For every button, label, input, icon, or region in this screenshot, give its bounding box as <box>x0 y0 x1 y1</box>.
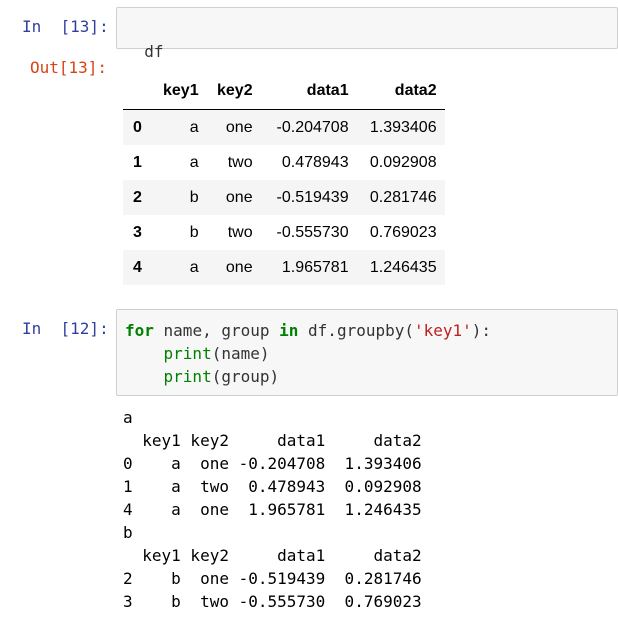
output-line: 3 b two -0.555730 0.769023 <box>123 592 422 611</box>
cell-key1: a <box>189 118 199 136</box>
cell2-output: a key1 key2 data1 data2 0 a one -0.204708… <box>123 406 422 613</box>
code-text: (group) <box>211 367 280 386</box>
output-line: key1 key2 data1 data2 <box>123 431 422 450</box>
row-index: 2 <box>133 188 142 206</box>
cell-key2: one <box>225 118 253 136</box>
output-line: 1 a two 0.478943 0.092908 <box>123 477 422 496</box>
cell-key2: two <box>227 223 253 241</box>
code-text: name, group <box>153 321 280 340</box>
cell-key2: one <box>225 188 253 206</box>
output-line: 4 a one 1.965781 1.246435 <box>123 500 422 519</box>
cell-key1: b <box>189 188 199 206</box>
cell-key1: a <box>189 153 199 171</box>
output-line: key1 key2 data1 data2 <box>123 546 422 565</box>
cell-data2: 1.393406 <box>369 118 437 136</box>
cell1-in-prompt: In [13]: <box>22 17 109 36</box>
row-index: 1 <box>133 153 142 171</box>
cell1-code-input[interactable]: df <box>116 7 618 61</box>
table-row: 0 a one -0.204708 1.393406 <box>123 109 445 145</box>
code-text: (name) <box>211 344 270 363</box>
cell-data1: 0.478943 <box>281 153 349 171</box>
cell-data2: 0.769023 <box>369 223 437 241</box>
row-index: 4 <box>133 258 142 276</box>
column-header-data1: data1 <box>258 73 355 110</box>
cell-data1: -0.204708 <box>276 118 349 136</box>
output-line: b <box>123 523 133 542</box>
cell-data2: 0.092908 <box>369 153 437 171</box>
cell-data1: 1.965781 <box>281 258 349 276</box>
cell-data2: 1.246435 <box>369 258 437 276</box>
cell-key1: a <box>189 258 199 276</box>
cell-data1: -0.519439 <box>276 188 349 206</box>
cell-key1: b <box>189 223 199 241</box>
keyword-for: for <box>125 321 154 340</box>
table-row: 4 a one 1.965781 1.246435 <box>123 250 445 285</box>
table-row: 1 a two 0.478943 0.092908 <box>123 145 445 180</box>
column-header-data2: data2 <box>354 73 445 110</box>
output-line: 0 a one -0.204708 1.393406 <box>123 454 422 473</box>
keyword-in: in <box>279 321 299 340</box>
code-text: df.groupby( <box>298 321 414 340</box>
output-line: a <box>123 408 133 427</box>
output-line: 2 b one -0.519439 0.281746 <box>123 569 422 588</box>
cell-data1: -0.555730 <box>276 223 349 241</box>
cell-data2: 0.281746 <box>369 188 437 206</box>
column-header-key1: key1 <box>163 73 199 110</box>
row-index: 3 <box>133 223 142 241</box>
cell-key2: two <box>227 153 253 171</box>
dataframe-table: key1 key2 data1 data2 0 a one -0.204708 … <box>123 73 445 285</box>
cell2-in-prompt: In [12]: <box>22 319 109 338</box>
row-index: 0 <box>133 118 142 136</box>
cell2-code-input[interactable]: for name, group in df.groupby('key1'): p… <box>116 309 618 396</box>
cell-key2: one <box>225 258 253 276</box>
cell1-code-text: df <box>144 42 164 61</box>
table-row: 2 b one -0.519439 0.281746 <box>123 180 445 215</box>
string-literal: 'key1' <box>414 321 472 340</box>
builtin-print: print <box>163 344 212 363</box>
column-header-key2: key2 <box>198 73 259 110</box>
cell1-out-prompt: Out[13]: <box>30 58 108 77</box>
dataframe-header-row: key1 key2 data1 data2 <box>123 73 445 110</box>
table-row: 3 b two -0.555730 0.769023 <box>123 215 445 250</box>
index-header <box>123 73 163 110</box>
builtin-print: print <box>163 367 212 386</box>
code-text: ): <box>471 321 492 340</box>
